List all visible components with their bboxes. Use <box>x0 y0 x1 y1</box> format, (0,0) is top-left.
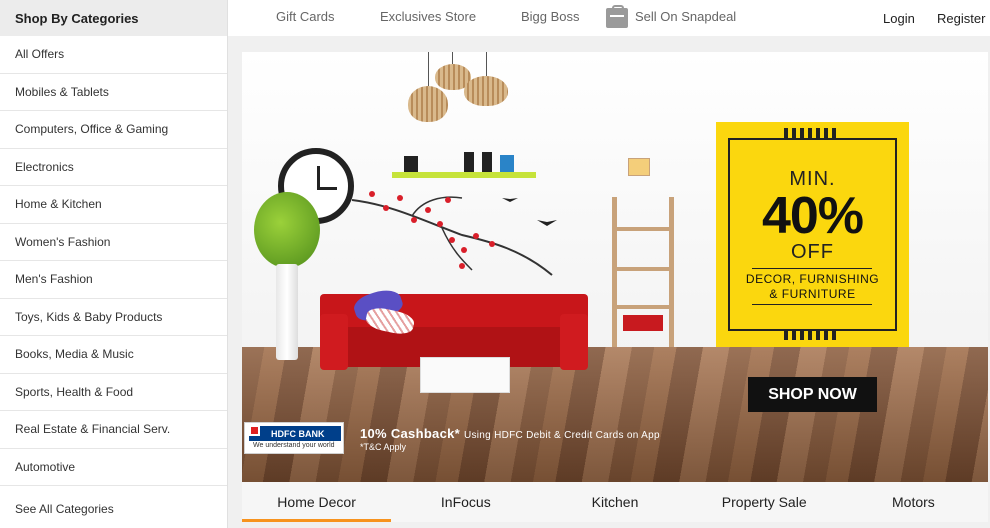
shelf-frame <box>500 155 514 172</box>
shelf-frame <box>482 152 492 172</box>
login-link[interactable]: Login <box>883 11 915 26</box>
shopping-bag-icon[interactable] <box>606 5 628 28</box>
shop-now-button[interactable]: SHOP NOW <box>748 377 877 412</box>
sidebar-item-books-media[interactable]: Books, Media & Music <box>0 336 227 374</box>
nav-sell-on-snapdeal[interactable]: Sell On Snapdeal <box>635 9 736 24</box>
table-lamp <box>628 158 650 176</box>
clock-hand <box>317 187 337 190</box>
hdfc-bank-logo: HDFC BANK We understand your world <box>244 422 344 454</box>
sidebar-item-computers[interactable]: Computers, Office & Gaming <box>0 111 227 149</box>
sofa-arm <box>560 314 588 370</box>
promo-decoration <box>784 330 840 340</box>
lamp-cord <box>428 52 429 88</box>
sidebar-item-electronics[interactable]: Electronics <box>0 149 227 186</box>
cherry-blossom-decal <box>352 191 557 276</box>
sidebar-item-toys-kids[interactable]: Toys, Kids & Baby Products <box>0 299 227 336</box>
bookshelf-shelf <box>617 227 669 231</box>
register-link[interactable]: Register <box>937 11 985 26</box>
pendant-lamp <box>408 86 448 122</box>
bank-logo-icon <box>249 425 260 436</box>
sidebar-item-home-kitchen[interactable]: Home & Kitchen <box>0 186 227 224</box>
cashback-headline: 10% Cashback* <box>360 426 461 441</box>
lamp-cord <box>486 52 487 76</box>
bank-name: HDFC BANK <box>249 426 341 441</box>
sofa-arm <box>320 314 348 370</box>
promo-offer-card[interactable]: MIN. 40% OFF DECOR, FURNISHING & FURNITU… <box>716 122 909 347</box>
hero-banner[interactable]: MIN. 40% OFF DECOR, FURNISHING & FURNITU… <box>242 52 988 482</box>
floor-shade <box>242 347 988 482</box>
category-sidebar: Shop By Categories All Offers Mobiles & … <box>0 0 228 528</box>
cashback-detail: Using HDFC Debit & Credit Cards on App <box>463 430 660 441</box>
sidebar-item-mobiles-tablets[interactable]: Mobiles & Tablets <box>0 74 227 111</box>
sidebar-item-automotive[interactable]: Automotive <box>0 449 227 486</box>
shelf-frame <box>464 152 474 172</box>
nav-bigg-boss[interactable]: Bigg Boss <box>521 9 580 24</box>
nav-exclusives-store[interactable]: Exclusives Store <box>380 9 476 24</box>
promo-off-label: OFF <box>791 241 834 263</box>
sidebar-item-all-offers[interactable]: All Offers <box>0 36 227 74</box>
sidebar-item-real-estate[interactable]: Real Estate & Financial Serv. <box>0 411 227 449</box>
bank-offer-strip: HDFC BANK We understand your world 10% C… <box>242 418 988 454</box>
promo-category-line2: & FURNITURE <box>769 287 856 301</box>
sidebar-item-sports-health[interactable]: Sports, Health & Food <box>0 374 227 411</box>
bookshelf <box>612 197 674 347</box>
tab-motors[interactable]: Motors <box>839 482 988 522</box>
bank-tagline: We understand your world <box>253 442 335 449</box>
cashback-offer: 10% Cashback* Using HDFC Debit & Credit … <box>360 426 660 441</box>
sidebar-title: Shop By Categories <box>0 0 227 36</box>
top-nav: Gift Cards Exclusives Store Bigg Boss Se… <box>228 0 990 36</box>
bookshelf-drawer <box>623 315 663 331</box>
nav-gift-cards[interactable]: Gift Cards <box>276 9 335 24</box>
bookshelf-shelf <box>617 267 669 271</box>
coffee-table <box>420 357 510 393</box>
tab-kitchen[interactable]: Kitchen <box>540 482 689 522</box>
tab-property-sale[interactable]: Property Sale <box>690 482 839 522</box>
promo-decoration <box>784 128 840 138</box>
potted-plant <box>254 192 320 268</box>
promo-category-line1: DECOR, FURNISHING <box>745 272 880 286</box>
tab-home-decor[interactable]: Home Decor <box>242 482 392 522</box>
sidebar-item-womens-fashion[interactable]: Women's Fashion <box>0 224 227 261</box>
promo-divider <box>752 304 872 305</box>
promo-divider <box>752 268 872 269</box>
banner-tabs: Home Decor InFocus Kitchen Property Sale… <box>242 482 988 522</box>
sidebar-item-mens-fashion[interactable]: Men's Fashion <box>0 261 227 299</box>
wall-shelf <box>392 172 536 178</box>
pendant-lamp <box>464 76 508 106</box>
plant-pot <box>276 264 298 360</box>
shelf-frame <box>404 156 418 172</box>
promo-discount: 40% <box>761 187 864 245</box>
terms-note: *T&C Apply <box>360 442 407 452</box>
lamp-cord <box>452 52 453 64</box>
see-all-categories-link[interactable]: See All Categories <box>0 486 227 528</box>
bookshelf-shelf <box>617 305 669 309</box>
tab-infocus[interactable]: InFocus <box>391 482 540 522</box>
